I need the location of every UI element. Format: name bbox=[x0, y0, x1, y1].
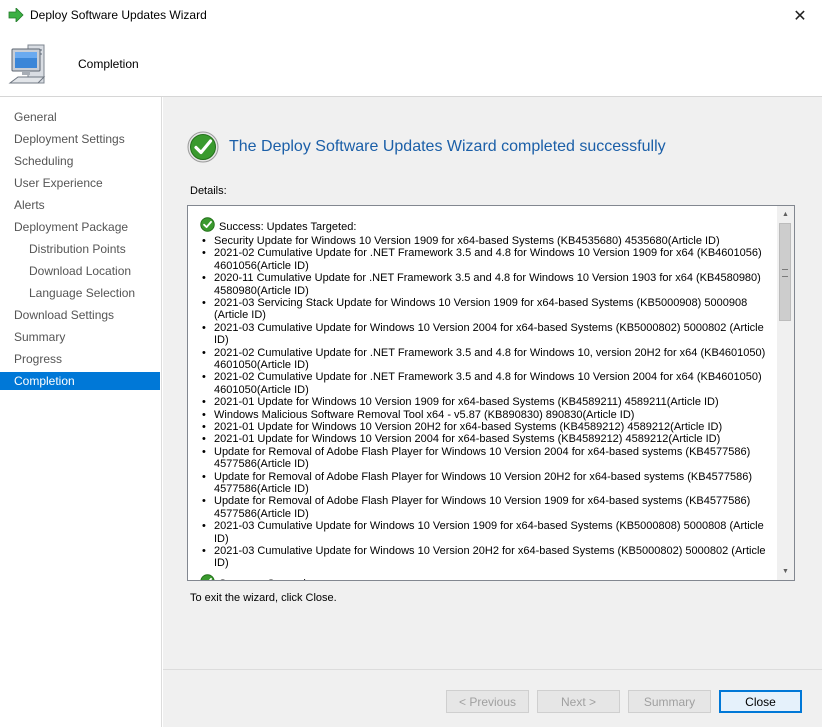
close-window-button[interactable]: ✕ bbox=[778, 0, 822, 31]
scroll-thumb[interactable] bbox=[779, 223, 791, 321]
nav-item-summary[interactable]: Summary bbox=[0, 328, 160, 346]
nav-item-download-settings[interactable]: Download Settings bbox=[0, 306, 160, 324]
computer-icon bbox=[8, 44, 46, 84]
update-list-item: 2021-03 Servicing Stack Update for Windo… bbox=[202, 297, 774, 322]
nav-item-deployment-package[interactable]: Deployment Package bbox=[0, 218, 160, 236]
summary-button[interactable]: Summary bbox=[628, 690, 711, 713]
close-icon: ✕ bbox=[793, 7, 807, 25]
update-list-item: 2021-03 Cumulative Update for Windows 10… bbox=[202, 520, 774, 545]
success-message: The Deploy Software Updates Wizard compl… bbox=[229, 138, 666, 155]
nav-item-distribution-points[interactable]: Distribution Points bbox=[0, 240, 160, 258]
wizard-header: Completion bbox=[0, 31, 822, 97]
update-list-item: 2021-01 Update for Windows 10 Version 20… bbox=[202, 433, 774, 446]
update-list-item: Windows Malicious Software Removal Tool … bbox=[202, 409, 774, 422]
previous-button[interactable]: < Previous bbox=[446, 690, 529, 713]
section-label: Success: General bbox=[219, 578, 306, 580]
details-scrollbar[interactable]: ▲ ▼ bbox=[777, 206, 794, 580]
scroll-up-icon[interactable]: ▲ bbox=[777, 206, 794, 223]
arrow-right-icon bbox=[8, 8, 24, 22]
grip-icon bbox=[782, 269, 788, 277]
nav-item-progress[interactable]: Progress bbox=[0, 350, 160, 368]
update-list-item: 2021-02 Cumulative Update for .NET Frame… bbox=[202, 347, 774, 372]
update-list-item: Update for Removal of Adobe Flash Player… bbox=[202, 495, 774, 520]
scroll-down-icon[interactable]: ▼ bbox=[777, 563, 794, 580]
nav-item-alerts[interactable]: Alerts bbox=[0, 196, 160, 214]
title-bar: Deploy Software Updates Wizard ✕ bbox=[0, 0, 822, 31]
wizard-nav: General Deployment Settings Scheduling User… bbox=[0, 97, 162, 727]
update-list-item: 2021-02 Cumulative Update for .NET Frame… bbox=[202, 247, 774, 272]
update-list-item: Update for Removal of Adobe Flash Player… bbox=[202, 446, 774, 471]
success-check-icon bbox=[200, 574, 215, 580]
main-panel: The Deploy Software Updates Wizard compl… bbox=[163, 97, 822, 669]
section-label: Success: Updates Targeted: bbox=[219, 221, 357, 233]
update-list-item: 2021-01 Update for Windows 10 Version 19… bbox=[202, 396, 774, 409]
update-list-item: 2021-02 Cumulative Update for .NET Frame… bbox=[202, 371, 774, 396]
update-list-item: 2021-03 Cumulative Update for Windows 10… bbox=[202, 322, 774, 347]
nav-item-download-location[interactable]: Download Location bbox=[0, 262, 160, 280]
nav-item-deployment-settings[interactable]: Deployment Settings bbox=[0, 130, 160, 148]
nav-item-language-selection[interactable]: Language Selection bbox=[0, 284, 160, 302]
update-list-item: 2020-11 Cumulative Update for .NET Frame… bbox=[202, 272, 774, 297]
update-list-item: Security Update for Windows 10 Version 1… bbox=[202, 235, 774, 248]
window-title: Deploy Software Updates Wizard bbox=[30, 8, 207, 22]
wizard-footer: < Previous Next > Summary Close bbox=[163, 669, 822, 727]
details-label: Details: bbox=[190, 185, 227, 197]
page-title: Completion bbox=[78, 57, 139, 71]
nav-item-scheduling[interactable]: Scheduling bbox=[0, 152, 160, 170]
nav-item-general[interactable]: General bbox=[0, 108, 160, 126]
success-check-icon bbox=[200, 217, 215, 232]
exit-instructions: To exit the wizard, click Close. bbox=[190, 592, 337, 604]
success-check-icon bbox=[187, 131, 219, 163]
close-button[interactable]: Close bbox=[719, 690, 802, 713]
update-list-item: 2021-01 Update for Windows 10 Version 20… bbox=[202, 421, 774, 434]
update-list-item: Update for Removal of Adobe Flash Player… bbox=[202, 471, 774, 496]
update-list-item: 2021-03 Cumulative Update for Windows 10… bbox=[202, 545, 774, 570]
nav-item-user-experience[interactable]: User Experience bbox=[0, 174, 160, 192]
details-content: Success: Updates Targeted: Security Updat… bbox=[188, 206, 777, 580]
nav-item-completion[interactable]: Completion bbox=[0, 372, 160, 390]
next-button[interactable]: Next > bbox=[537, 690, 620, 713]
details-box[interactable]: Success: Updates Targeted: Security Updat… bbox=[187, 205, 795, 581]
